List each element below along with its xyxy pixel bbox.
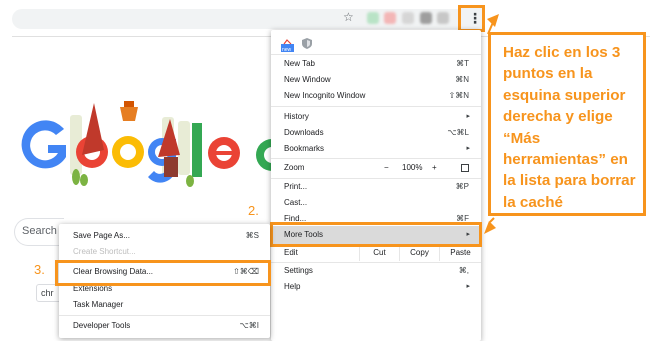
- menu-item-label: Task Manager: [73, 300, 124, 309]
- extension-icon[interactable]: [437, 12, 449, 24]
- instruction-callout: Haz clic en los 3 puntos en la esquina s…: [488, 32, 646, 216]
- submenu-item-create-shortcut: Create Shortcut...: [59, 244, 270, 260]
- shield-icon[interactable]: [302, 38, 312, 49]
- submenu-item-task-manager[interactable]: Task Manager: [59, 297, 270, 313]
- menu-item-new-tab[interactable]: New Tab ⌘T: [271, 56, 481, 72]
- menu-separator: [271, 106, 481, 107]
- menu-item-label: Print...: [284, 182, 308, 191]
- menu-item-bookmarks[interactable]: Bookmarks ▸: [271, 141, 481, 157]
- submenu-arrow-icon: ▸: [466, 283, 470, 290]
- menu-item-label: History: [284, 112, 309, 121]
- submenu-item-save-page[interactable]: Save Page As... ⌘S: [59, 228, 270, 244]
- menu-item-label: Developer Tools: [73, 321, 131, 330]
- menu-item-label: New Tab: [284, 59, 315, 68]
- paste-button[interactable]: Paste: [439, 245, 481, 261]
- menu-item-shortcut: ⌥⌘I: [239, 321, 259, 330]
- submenu-arrow-icon: ▸: [466, 113, 470, 120]
- menu-item-label: Edit: [284, 248, 298, 257]
- extension-icon[interactable]: [420, 12, 432, 24]
- menu-item-label: New Window: [284, 75, 331, 84]
- callout-text: Haz clic en los 3 puntos en la esquina s…: [503, 44, 636, 211]
- menu-item-new-window[interactable]: New Window ⌘N: [271, 72, 481, 88]
- menu-separator: [271, 158, 481, 159]
- menu-item-cast[interactable]: Cast...: [271, 195, 481, 211]
- menu-item-edit: Edit Cut Copy Paste: [271, 245, 481, 261]
- menu-item-label: Cast...: [284, 198, 308, 207]
- chrome-menu-button[interactable]: ⋮: [458, 5, 485, 32]
- zoom-in-button[interactable]: +: [432, 160, 437, 176]
- menu-item-label: Zoom: [284, 163, 305, 172]
- arrow-up-head-icon: [487, 14, 499, 27]
- menu-item-shortcut: ⌘P: [455, 182, 469, 191]
- menu-item-label: New Incognito Window: [284, 91, 366, 100]
- fullscreen-icon[interactable]: [461, 164, 469, 172]
- menu-item-shortcut: ⌥⌘L: [447, 128, 469, 137]
- new-badge-text: new: [282, 47, 292, 52]
- clear-browsing-data-callout-box: [55, 260, 271, 286]
- zoom-out-button[interactable]: −: [384, 160, 392, 176]
- chrome-main-menu: new New Tab ⌘T New Window ⌘N New Incogni…: [271, 30, 481, 341]
- menu-item-help[interactable]: Help ▸: [271, 279, 481, 295]
- menu-item-print[interactable]: Print... ⌘P: [271, 179, 481, 195]
- arrow-down-head-icon: [484, 221, 496, 234]
- menu-item-shortcut: ⌘T: [456, 59, 469, 68]
- menu-item-label: Help: [284, 282, 301, 291]
- edit-buttons: Cut Copy Paste: [359, 245, 481, 261]
- menu-item-label: Bookmarks: [284, 144, 325, 153]
- menu-separator: [271, 54, 481, 55]
- extension-icon[interactable]: [402, 12, 414, 24]
- copy-button[interactable]: Copy: [399, 245, 439, 261]
- menu-item-shortcut: ⌘,: [458, 266, 469, 275]
- menu-item-history[interactable]: History ▸: [271, 109, 481, 125]
- extension-icon[interactable]: [384, 12, 396, 24]
- menu-item-new-incognito-window[interactable]: New Incognito Window ⇧⌘N: [271, 88, 481, 104]
- menu-item-label: Downloads: [284, 128, 324, 137]
- menu-item-zoom: Zoom − 100% +: [271, 160, 481, 176]
- menu-item-shortcut: ⌘N: [455, 75, 469, 84]
- google-doodle-logo[interactable]: [20, 95, 272, 195]
- menu-item-downloads[interactable]: Downloads ⌥⌘L: [271, 125, 481, 141]
- extension-icon[interactable]: [367, 12, 379, 24]
- menu-item-label: Create Shortcut...: [73, 247, 136, 256]
- zoom-level: 100%: [402, 163, 423, 172]
- more-tools-callout-box: [270, 222, 482, 247]
- step-number-2: 2.: [248, 203, 259, 218]
- bookmark-star-icon[interactable]: ☆: [343, 11, 355, 23]
- menu-item-label: Save Page As...: [73, 231, 130, 240]
- menu-item-shortcut: ⇧⌘N: [448, 91, 469, 100]
- menu-separator: [59, 315, 270, 316]
- step-number-3: 3.: [34, 262, 45, 277]
- submenu-arrow-icon: ▸: [466, 145, 470, 152]
- new-badge-icon[interactable]: new: [281, 39, 294, 52]
- cut-button[interactable]: Cut: [359, 245, 399, 261]
- three-dots-icon: ⋮: [468, 10, 482, 26]
- submenu-item-developer-tools[interactable]: Developer Tools ⌥⌘I: [59, 318, 270, 334]
- address-bar[interactable]: [12, 9, 467, 29]
- menu-item-label: Settings: [284, 266, 313, 275]
- arrow-to-more-tools-line: [489, 217, 495, 223]
- menu-item-shortcut: ⌘S: [245, 231, 259, 240]
- menu-item-settings[interactable]: Settings ⌘,: [271, 263, 481, 279]
